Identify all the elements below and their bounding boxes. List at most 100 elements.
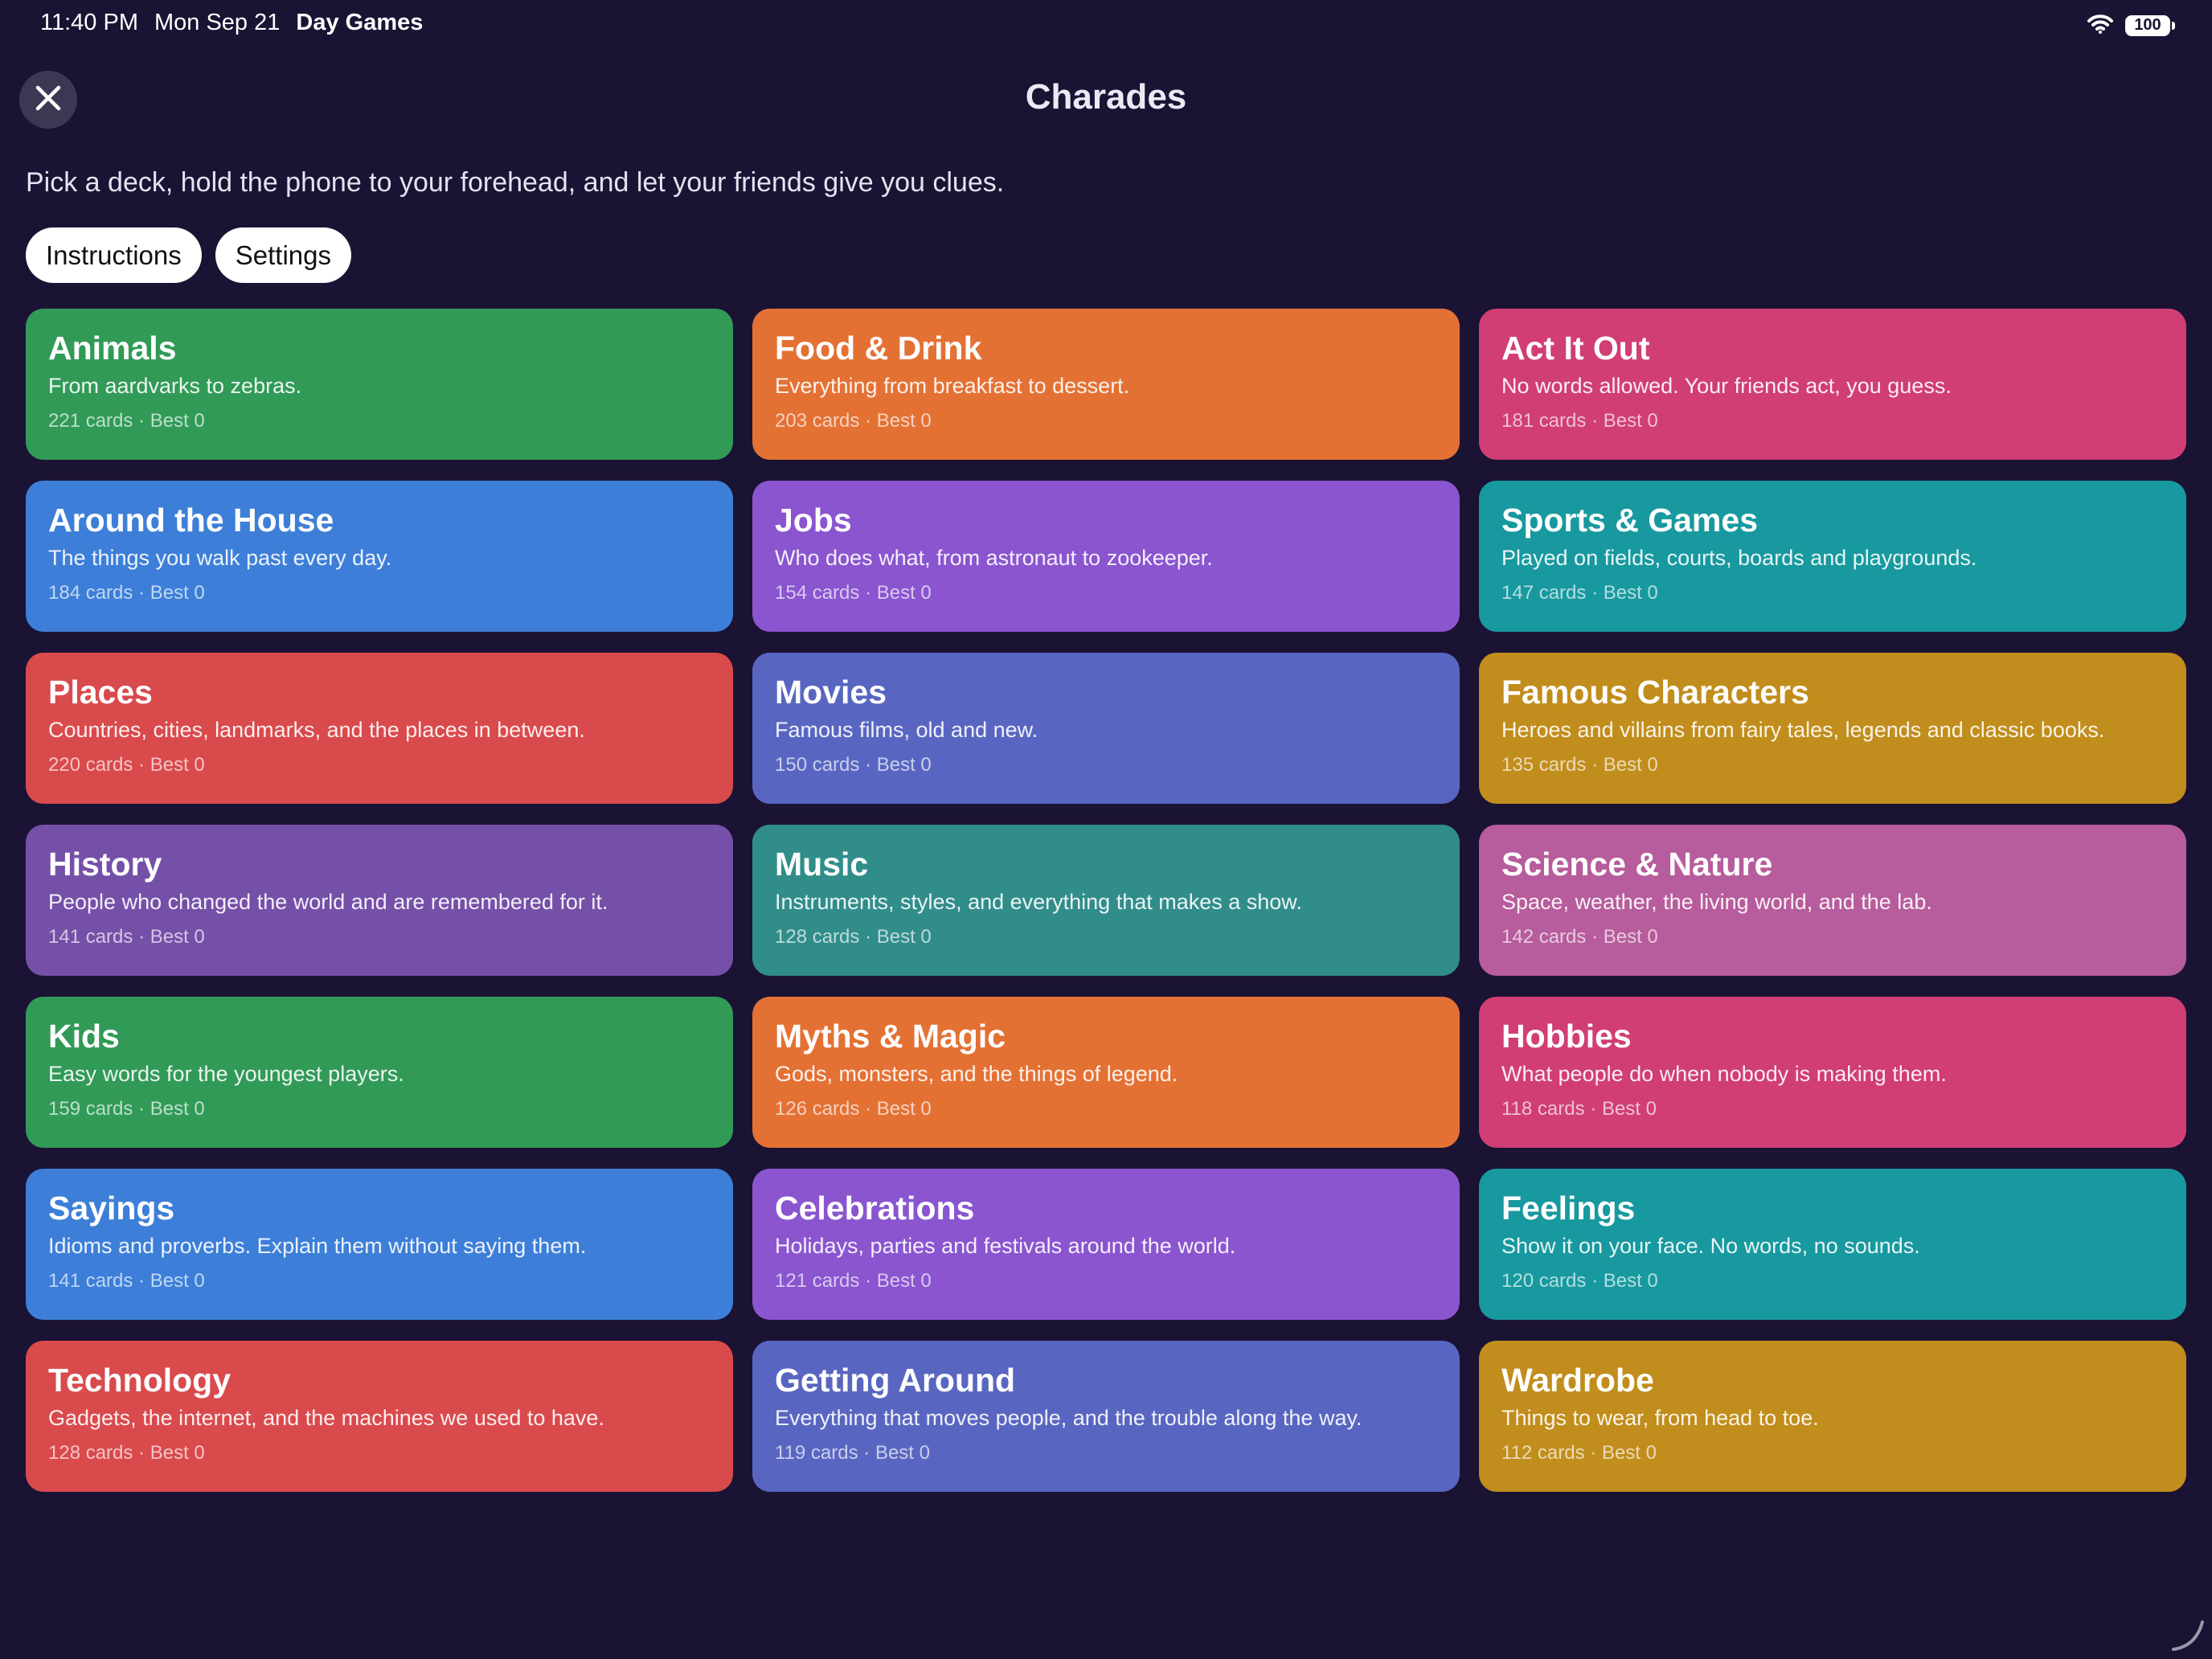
deck-description: What people do when nobody is making the… — [1501, 1062, 1947, 1087]
deck-meta: 184 cards · Best 0 — [48, 582, 205, 604]
deck-description: Space, weather, the living world, and th… — [1501, 890, 1932, 915]
deck-card[interactable]: Places Countries, cities, landmarks, and… — [26, 653, 733, 804]
deck-name: Food & Drink — [775, 330, 982, 367]
deck-description: Everything from breakfast to dessert. — [775, 374, 1130, 399]
deck-name: Sports & Games — [1501, 502, 1758, 539]
deck-card[interactable]: Movies Famous films, old and new. 150 ca… — [752, 653, 1460, 804]
deck-meta: 118 cards · Best 0 — [1501, 1098, 1657, 1120]
deck-card[interactable]: Animals From aardvarks to zebras. 221 ca… — [26, 309, 733, 460]
deck-meta: 120 cards · Best 0 — [1501, 1270, 1658, 1292]
deck-name: Places — [48, 674, 153, 711]
deck-name: Around the House — [48, 502, 334, 539]
deck-description: Gadgets, the internet, and the machines … — [48, 1406, 604, 1431]
deck-card[interactable]: Food & Drink Everything from breakfast t… — [752, 309, 1460, 460]
deck-name: Celebrations — [775, 1190, 975, 1227]
deck-description: Things to wear, from head to toe. — [1501, 1406, 1819, 1431]
deck-card[interactable]: Hobbies What people do when nobody is ma… — [1479, 997, 2186, 1148]
deck-card[interactable]: Wardrobe Things to wear, from head to to… — [1479, 1341, 2186, 1492]
deck-name: Science & Nature — [1501, 846, 1773, 883]
status-left: 11:40 PM Mon Sep 21 Day Games — [40, 10, 423, 36]
deck-card[interactable]: Getting Around Everything that moves peo… — [752, 1341, 1460, 1492]
deck-description: Easy words for the youngest players. — [48, 1062, 404, 1087]
deck-description: From aardvarks to zebras. — [48, 374, 302, 399]
deck-meta: 141 cards · Best 0 — [48, 926, 205, 948]
deck-meta: 159 cards · Best 0 — [48, 1098, 205, 1120]
deck-description: Idioms and proverbs. Explain them withou… — [48, 1234, 587, 1259]
deck-name: Sayings — [48, 1190, 175, 1227]
deck-card[interactable]: Myths & Magic Gods, monsters, and the th… — [752, 997, 1460, 1148]
deck-card[interactable]: Kids Easy words for the youngest players… — [26, 997, 733, 1148]
page-title: Charades — [1025, 77, 1187, 117]
deck-card[interactable]: Sayings Idioms and proverbs. Explain the… — [26, 1169, 733, 1320]
deck-meta: 141 cards · Best 0 — [48, 1270, 205, 1292]
status-date: Mon Sep 21 — [154, 10, 281, 35]
page-subtitle: Pick a deck, hold the phone to your fore… — [26, 167, 1005, 198]
deck-meta: 126 cards · Best 0 — [775, 1098, 932, 1120]
deck-meta: 203 cards · Best 0 — [775, 410, 932, 432]
deck-description: Famous films, old and new. — [775, 718, 1038, 743]
deck-grid: Animals From aardvarks to zebras. 221 ca… — [26, 309, 2186, 1492]
deck-description: The things you walk past every day. — [48, 546, 392, 571]
deck-meta: 220 cards · Best 0 — [48, 754, 205, 776]
battery-icon: 100 — [2125, 14, 2175, 36]
deck-name: Wardrobe — [1501, 1362, 1654, 1399]
deck-meta: 119 cards · Best 0 — [775, 1442, 930, 1464]
deck-meta: 221 cards · Best 0 — [48, 410, 205, 432]
resize-handle-icon[interactable] — [2169, 1616, 2206, 1653]
action-buttons: Instructions Settings — [26, 227, 351, 283]
deck-card[interactable]: Technology Gadgets, the internet, and th… — [26, 1341, 733, 1492]
deck-description: Show it on your face. No words, no sound… — [1501, 1234, 1920, 1259]
deck-meta: 142 cards · Best 0 — [1501, 926, 1658, 948]
deck-name: Hobbies — [1501, 1018, 1632, 1055]
deck-name: History — [48, 846, 162, 883]
deck-card[interactable]: Sports & Games Played on fields, courts,… — [1479, 481, 2186, 632]
deck-description: Holidays, parties and festivals around t… — [775, 1234, 1236, 1259]
deck-card[interactable]: Act It Out No words allowed. Your friend… — [1479, 309, 2186, 460]
deck-description: Who does what, from astronaut to zookeep… — [775, 546, 1213, 571]
deck-meta: 154 cards · Best 0 — [775, 582, 932, 604]
deck-name: Getting Around — [775, 1362, 1016, 1399]
deck-meta: 181 cards · Best 0 — [1501, 410, 1658, 432]
deck-meta: 147 cards · Best 0 — [1501, 582, 1658, 604]
deck-card[interactable]: History People who changed the world and… — [26, 825, 733, 976]
deck-description: Everything that moves people, and the tr… — [775, 1406, 1362, 1431]
deck-description: No words allowed. Your friends act, you … — [1501, 374, 1952, 399]
deck-name: Jobs — [775, 502, 852, 539]
deck-name: Feelings — [1501, 1190, 1636, 1227]
deck-card[interactable]: Feelings Show it on your face. No words,… — [1479, 1169, 2186, 1320]
deck-card[interactable]: Science & Nature Space, weather, the liv… — [1479, 825, 2186, 976]
deck-name: Act It Out — [1501, 330, 1650, 367]
deck-name: Kids — [48, 1018, 120, 1055]
deck-meta: 112 cards · Best 0 — [1501, 1442, 1657, 1464]
status-bar: 11:40 PM Mon Sep 21 Day Games 100 — [0, 0, 2212, 53]
deck-card[interactable]: Celebrations Holidays, parties and festi… — [752, 1169, 1460, 1320]
deck-name: Myths & Magic — [775, 1018, 1006, 1055]
deck-name: Famous Characters — [1501, 674, 1809, 711]
deck-description: Played on fields, courts, boards and pla… — [1501, 546, 1977, 571]
wifi-icon — [2087, 13, 2114, 38]
status-app-name: Day Games — [296, 10, 424, 35]
status-right: 100 — [2087, 13, 2175, 38]
deck-card[interactable]: Around the House The things you walk pas… — [26, 481, 733, 632]
deck-description: Instruments, styles, and everything that… — [775, 890, 1302, 915]
deck-name: Music — [775, 846, 869, 883]
deck-description: People who changed the world and are rem… — [48, 890, 608, 915]
settings-button[interactable]: Settings — [215, 227, 351, 283]
deck-name: Animals — [48, 330, 177, 367]
deck-meta: 121 cards · Best 0 — [775, 1270, 932, 1292]
deck-meta: 135 cards · Best 0 — [1501, 754, 1658, 776]
deck-description: Countries, cities, landmarks, and the pl… — [48, 718, 585, 743]
deck-card[interactable]: Music Instruments, styles, and everythin… — [752, 825, 1460, 976]
deck-description: Heroes and villains from fairy tales, le… — [1501, 718, 2105, 743]
deck-name: Movies — [775, 674, 887, 711]
deck-card[interactable]: Jobs Who does what, from astronaut to zo… — [752, 481, 1460, 632]
deck-meta: 128 cards · Best 0 — [775, 926, 932, 948]
battery-level: 100 — [2134, 16, 2161, 34]
instructions-button[interactable]: Instructions — [26, 227, 202, 283]
deck-description: Gods, monsters, and the things of legend… — [775, 1062, 1178, 1087]
status-time: 11:40 PM — [40, 10, 138, 35]
deck-name: Technology — [48, 1362, 231, 1399]
deck-card[interactable]: Famous Characters Heroes and villains fr… — [1479, 653, 2186, 804]
deck-meta: 128 cards · Best 0 — [48, 1442, 205, 1464]
deck-meta: 150 cards · Best 0 — [775, 754, 932, 776]
